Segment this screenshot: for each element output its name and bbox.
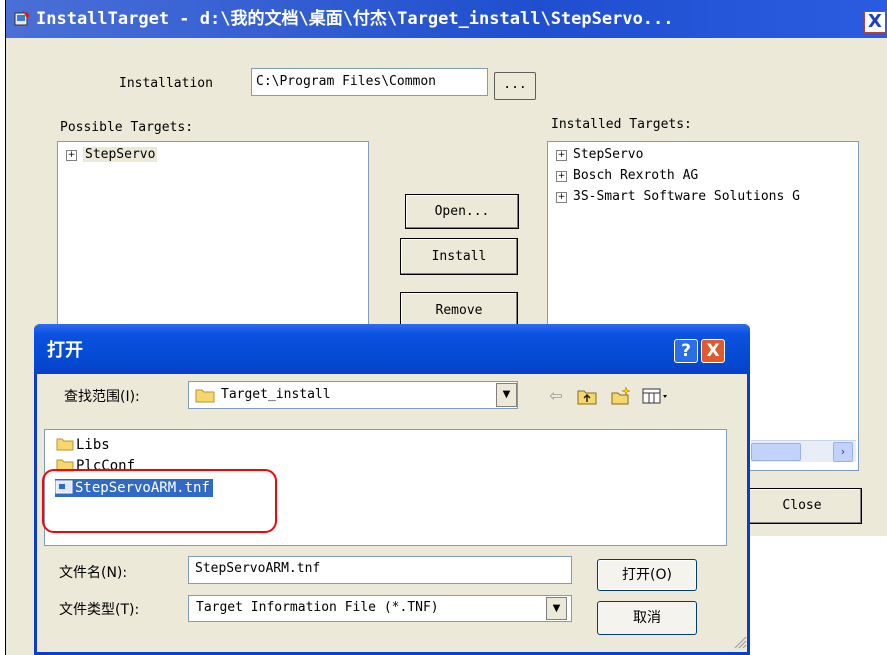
expand-icon[interactable]: + [556, 150, 567, 161]
cancel-button[interactable]: 取消 [597, 601, 697, 635]
possible-targets-tree[interactable]: + StepServo [57, 141, 369, 341]
up-folder-icon[interactable] [576, 386, 598, 406]
highlight-ring [42, 469, 277, 533]
file-type-value: Target Information File (*.TNF) [196, 600, 439, 615]
tree-item-label: StepServo [83, 147, 158, 162]
resize-grip-icon[interactable] [731, 633, 747, 649]
tree-item[interactable]: +3S-Smart Software Solutions G [556, 189, 800, 204]
installed-targets-label: Installed Targets: [551, 117, 692, 132]
scroll-right-arrow-icon[interactable]: › [833, 442, 853, 462]
file-name: Libs [76, 437, 110, 453]
installation-path-field[interactable]: C:\Program Files\Common [251, 68, 488, 96]
possible-targets-label: Possible Targets: [60, 120, 194, 135]
tree-item-label: StepServo [573, 147, 644, 162]
scrollbar-thumb[interactable] [751, 443, 801, 461]
tree-item-label: 3S-Smart Software Solutions G [573, 189, 800, 204]
file-name-label: 文件名(N): [59, 565, 128, 581]
look-in-label: 查找范围(I): [64, 389, 140, 405]
install-button[interactable]: Install [400, 238, 518, 275]
close-button[interactable]: Close [742, 488, 862, 524]
look-in-dropdown[interactable]: Target_install ▼ [188, 381, 518, 409]
file-type-dropdown[interactable]: Target Information File (*.TNF) ▼ [188, 595, 572, 622]
file-type-label: 文件类型(T): [59, 602, 140, 618]
tree-item-label: Bosch Rexroth AG [573, 168, 699, 183]
file-name-input[interactable]: StepServoARM.tnf [188, 556, 572, 584]
folder-icon [56, 438, 74, 451]
list-item[interactable]: Libs [56, 436, 110, 454]
tree-item[interactable]: + StepServo [556, 147, 643, 162]
open-button[interactable]: 打开(O) [597, 559, 697, 591]
close-dialog-button[interactable]: X [701, 339, 725, 363]
dropdown-arrow-icon[interactable]: ▼ [496, 383, 517, 407]
dropdown-arrow-icon[interactable]: ▼ [546, 597, 567, 620]
open-file-dialog: 打开 ? X 查找范围(I): Target_install ▼ ⇦ Libs … [34, 324, 750, 655]
look-in-value: Target_install [221, 387, 331, 402]
help-button[interactable]: ? [674, 339, 698, 363]
browse-button[interactable]: ... [494, 72, 536, 100]
app-icon [14, 11, 30, 26]
horizontal-scrollbar[interactable]: › [751, 440, 856, 462]
expand-icon[interactable]: + [66, 150, 77, 161]
views-menu-icon[interactable] [641, 386, 671, 406]
dialog-titlebar[interactable]: 打开 ? X [34, 324, 750, 374]
new-folder-icon[interactable] [610, 386, 632, 406]
dialog-title: 打开 [47, 340, 83, 361]
tree-item[interactable]: + Bosch Rexroth AG [556, 168, 698, 183]
tree-item[interactable]: + StepServo [66, 147, 158, 162]
background-area [735, 536, 887, 655]
expand-icon[interactable]: + [556, 192, 567, 203]
folder-icon [195, 389, 215, 403]
window-titlebar[interactable]: InstallTarget - d:\我的文档\桌面\付杰\Target_ins… [6, 0, 887, 38]
close-window-button[interactable]: X [864, 11, 886, 33]
open-target-button[interactable]: Open... [405, 194, 519, 229]
window-title: InstallTarget - d:\我的文档\桌面\付杰\Target_ins… [36, 9, 674, 29]
expand-icon[interactable]: + [556, 171, 567, 182]
back-icon[interactable]: ⇦ [546, 386, 566, 406]
installation-label: Installation [119, 76, 213, 91]
